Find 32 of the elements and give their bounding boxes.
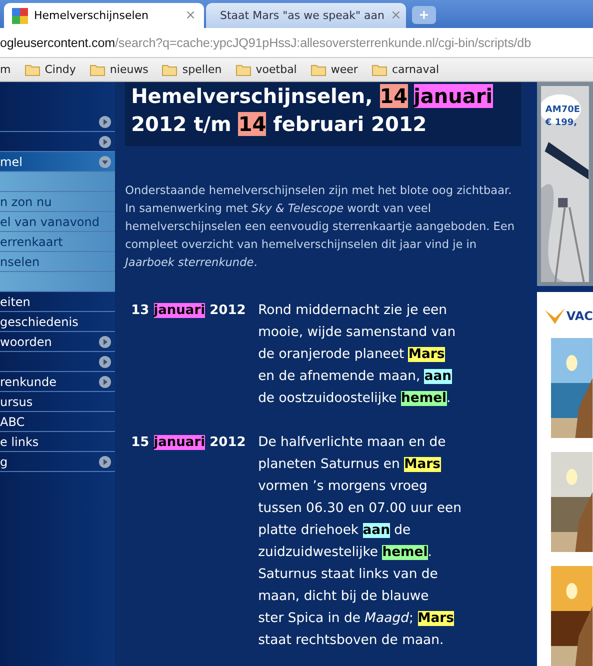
menu-item[interactable]: el van vanavond <box>0 212 116 232</box>
bookmark[interactable]: m <box>0 63 11 76</box>
menu-item[interactable]: errenkaart <box>0 232 116 252</box>
bookmark[interactable]: weer <box>310 63 358 76</box>
folder-icon <box>310 64 326 76</box>
folder-icon <box>90 64 105 76</box>
bookmark[interactable]: voetbal <box>236 63 297 76</box>
bookmark[interactable]: Cindy <box>24 63 76 76</box>
site-icon <box>12 8 28 24</box>
menu-item[interactable]: woorden <box>0 332 116 352</box>
tab-title: Hemelverschijnselen <box>34 9 150 22</box>
menu-item[interactable]: g <box>0 452 116 472</box>
browser-tab[interactable]: Staat Mars "as we speak" aan × <box>206 3 406 28</box>
intro-paragraph: Onderstaande hemelverschijnselen zijn met het blote oog zichtbaar. In samenwerking met Sky & Telescope wordt van veel hemelverschijnselen een eenvoudig sterrenkaartje aangeboden. Een compleet overzicht van hemelverschijnselen dit jaar vind je in Jaarboek sterrenkunde. <box>125 183 516 271</box>
ad-text: AM70E € 199, <box>545 104 580 130</box>
event-description: De halfverlichte maan en de planeten Saturnus en Mars vormen ’s morgens vroeg tussen 06.30 en 07.00 uur een platte driehoek aan de zuidzuidwestelijke hemel. Saturnus staat links van de maan, dicht bij de blauwe ster Spica in de Maagd; Mars staat rechtsboven de maan. <box>258 434 462 650</box>
browser-tab[interactable]: Hemelverschijnselen × <box>4 3 204 28</box>
menu-item[interactable]: n zon nu <box>0 192 116 212</box>
folder-icon <box>372 64 387 76</box>
menu-item[interactable]: nselen <box>0 252 116 272</box>
menu-item[interactable]: renkunde <box>0 372 116 392</box>
brand-logo: VAC <box>545 308 593 324</box>
folder-icon <box>24 64 40 76</box>
folder-icon <box>162 64 178 76</box>
bookmark[interactable]: nieuws <box>90 63 148 76</box>
tab-title: Staat Mars "as we speak" aan <box>220 9 384 22</box>
menu-item[interactable]: mel <box>0 152 116 172</box>
bookmark[interactable]: carnaval <box>372 63 440 76</box>
close-icon[interactable]: × <box>185 8 196 23</box>
folder-icon <box>236 64 251 76</box>
event-description: Rond middernacht zie je een mooie, wijde samenstand van de oranjerode planeet Mars en de afnemende maan, aan de oostzuidoostelijke hemel. <box>258 302 456 408</box>
bookmark[interactable]: spellen <box>162 63 222 76</box>
